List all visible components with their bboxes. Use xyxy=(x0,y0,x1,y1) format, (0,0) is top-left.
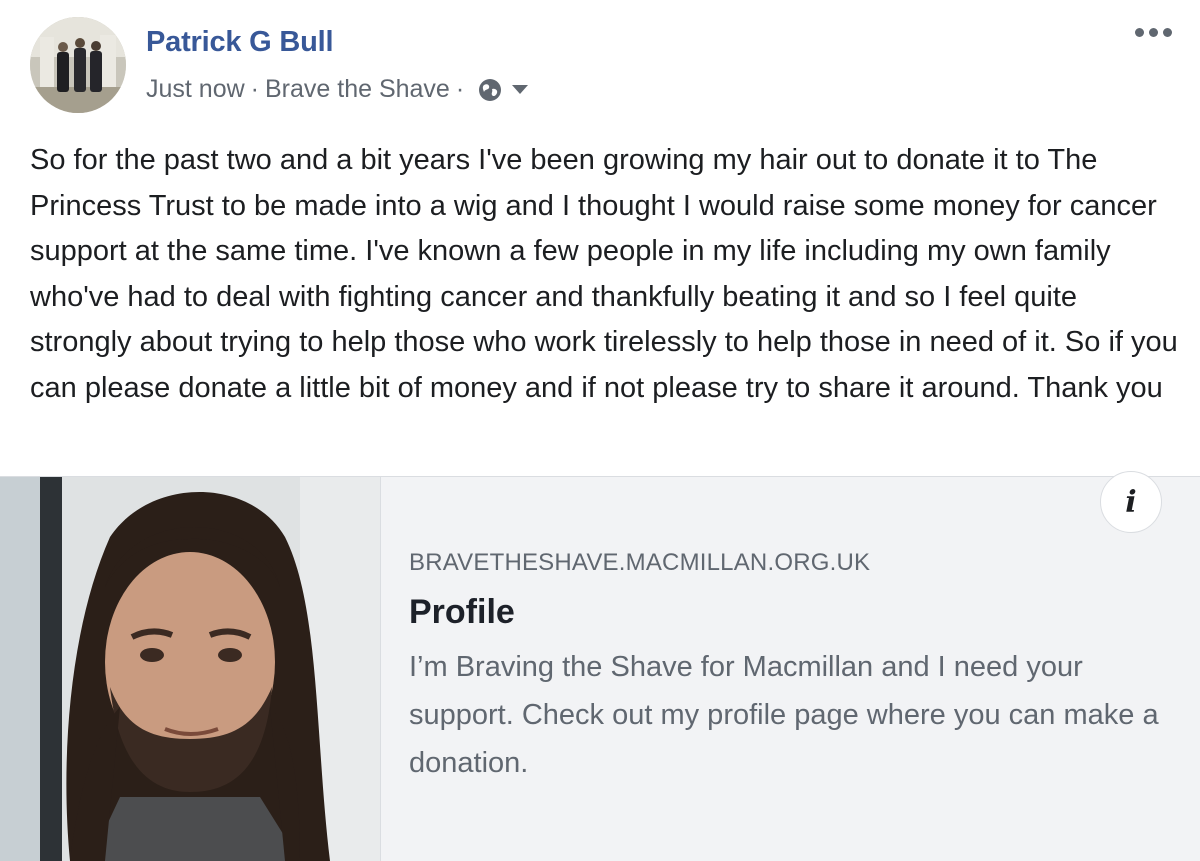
portrait-photo xyxy=(0,477,380,861)
info-icon[interactable]: i xyxy=(1100,471,1162,533)
globe-icon[interactable] xyxy=(476,76,504,104)
author-name[interactable]: Patrick G Bull xyxy=(146,26,334,59)
dot-icon xyxy=(1149,28,1158,37)
chevron-down-icon[interactable] xyxy=(512,85,529,94)
post: Patrick G Bull Just now · Brave the Shav… xyxy=(0,0,1200,861)
more-options-icon[interactable] xyxy=(1135,28,1183,48)
link-preview-image[interactable] xyxy=(0,477,381,861)
link-title[interactable]: Profile xyxy=(409,593,515,632)
avatar-photo xyxy=(30,17,126,113)
post-meta: Just now · Brave the Shave · xyxy=(146,75,529,104)
timestamp[interactable]: Just now xyxy=(146,75,245,104)
avatar[interactable] xyxy=(30,17,126,113)
link-description: I’m Braving the Shave for Macmillan and … xyxy=(409,651,1159,779)
dot-icon xyxy=(1163,28,1172,37)
group-link[interactable]: Brave the Shave xyxy=(265,75,450,104)
post-text: So for the past two and a bit years I've… xyxy=(30,144,1178,404)
meta-separator: · xyxy=(250,75,259,103)
dot-icon xyxy=(1135,28,1144,37)
meta-separator: · xyxy=(455,75,465,103)
link-domain: BRAVETHESHAVE.MACMILLAN.ORG.UK xyxy=(409,549,871,576)
link-preview-card[interactable]: BRAVETHESHAVE.MACMILLAN.ORG.UK Profile I… xyxy=(0,471,1200,861)
